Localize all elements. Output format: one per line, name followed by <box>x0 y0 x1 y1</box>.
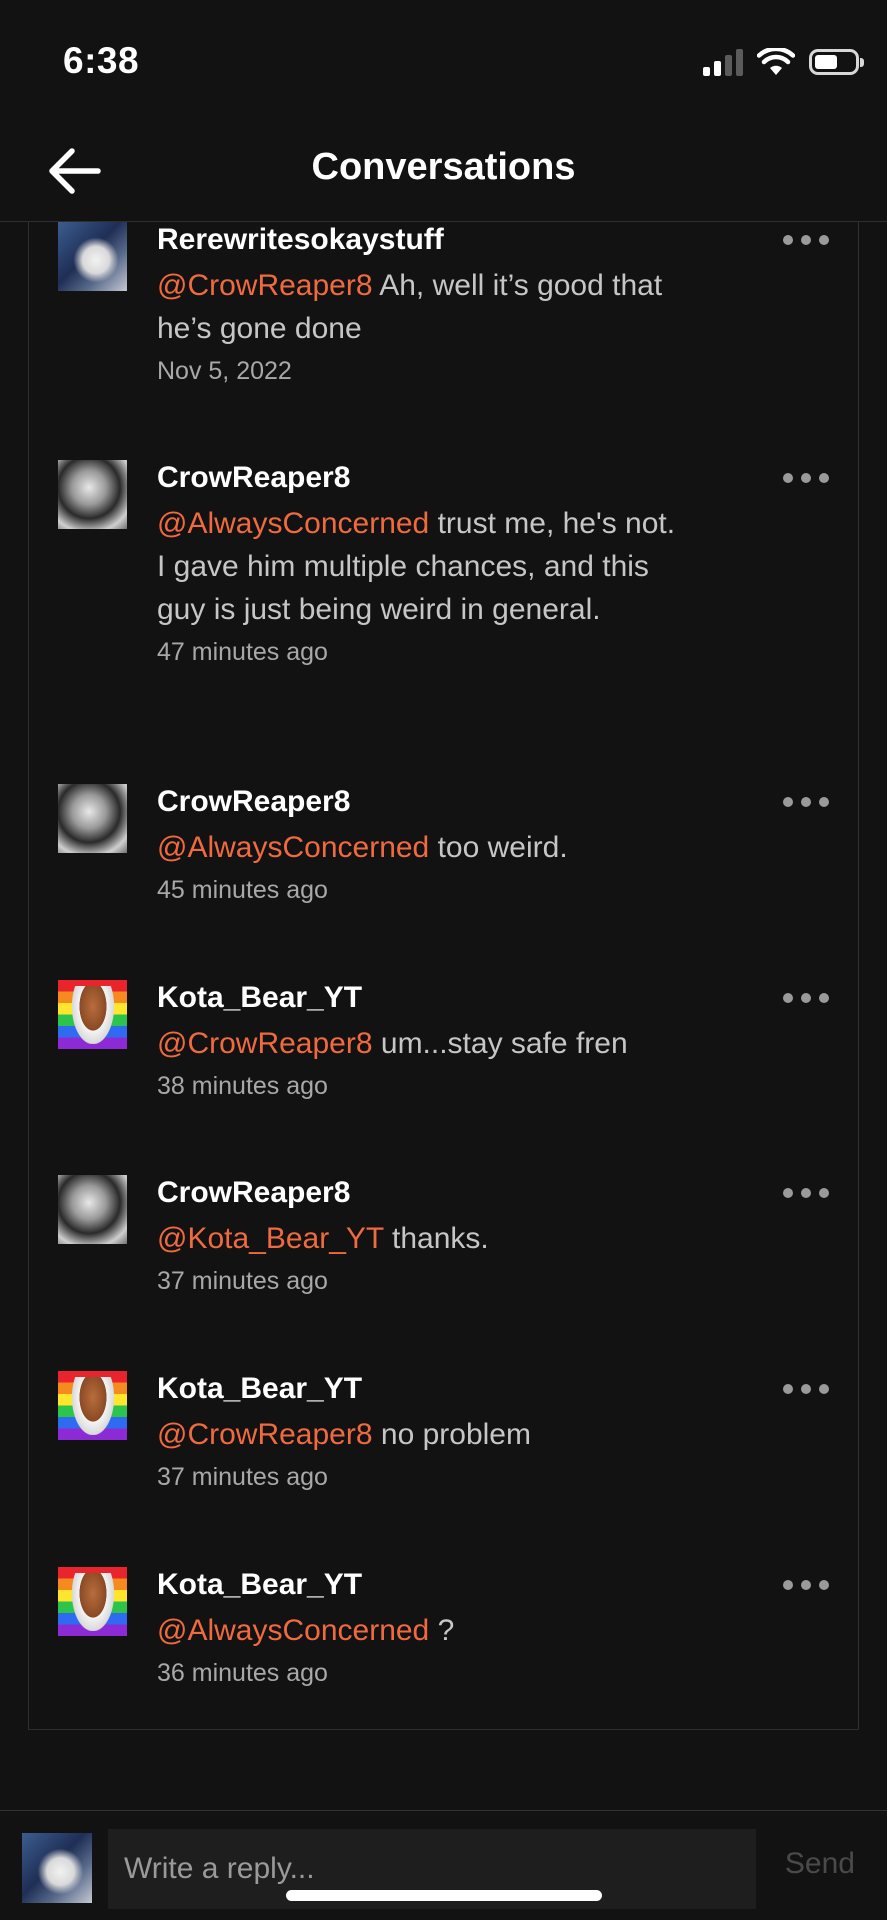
cellular-signal-icon <box>703 48 743 76</box>
more-horizontal-icon <box>783 235 793 245</box>
avatar[interactable] <box>58 222 127 291</box>
comment-body: CrowReaper8 @Kota_Bear_YT thanks. 37 min… <box>157 1175 677 1298</box>
wifi-icon <box>757 48 795 75</box>
comment-body: Rerewritesokaystuff @CrowReaper8 Ah, wel… <box>157 222 677 388</box>
comment-body: Kota_Bear_YT @AlwaysConcerned ? 36 minut… <box>157 1567 677 1690</box>
avatar[interactable] <box>58 1567 127 1636</box>
comment-body: Kota_Bear_YT @CrowReaper8 um...stay safe… <box>157 980 677 1103</box>
comment-text: @CrowReaper8 Ah, well it’s good that he’… <box>157 264 677 350</box>
comment-message: um...stay safe fren <box>372 1027 628 1060</box>
mention-link[interactable]: @AlwaysConcerned <box>157 831 429 864</box>
username[interactable]: CrowReaper8 <box>157 784 677 820</box>
username[interactable]: Kota_Bear_YT <box>157 1371 677 1407</box>
more-options-button[interactable] <box>783 230 829 250</box>
page-title: Conversations <box>311 146 576 188</box>
more-options-button[interactable] <box>783 468 829 488</box>
timestamp: Nov 5, 2022 <box>157 357 292 385</box>
timestamp: 45 minutes ago <box>157 876 328 904</box>
comment-text: @AlwaysConcerned too weird. <box>157 826 677 869</box>
more-horizontal-icon <box>783 1188 793 1198</box>
comment-text: @Kota_Bear_YT thanks. <box>157 1217 677 1260</box>
more-horizontal-icon <box>783 1384 793 1394</box>
avatar[interactable] <box>58 460 127 529</box>
more-options-button[interactable] <box>783 1379 829 1399</box>
comment-message: thanks. <box>383 1222 489 1255</box>
username[interactable]: Rerewritesokaystuff <box>157 222 677 258</box>
more-options-button[interactable] <box>783 1575 829 1595</box>
username[interactable]: CrowReaper8 <box>157 1175 677 1211</box>
battery-icon <box>809 49 864 75</box>
comment-text: @CrowReaper8 no problem <box>157 1413 677 1456</box>
mention-link[interactable]: @AlwaysConcerned <box>157 1614 429 1647</box>
comment-text: @AlwaysConcerned ? <box>157 1609 677 1652</box>
status-bar: 6:38 <box>0 0 887 120</box>
status-icons <box>703 48 864 76</box>
comment-message: ? <box>429 1614 455 1647</box>
timestamp: 47 minutes ago <box>157 638 328 666</box>
reply-bar: Send <box>0 1810 887 1920</box>
send-button[interactable]: Send <box>785 1847 855 1881</box>
mention-link[interactable]: @Kota_Bear_YT <box>157 1222 384 1255</box>
avatar[interactable] <box>58 1175 127 1244</box>
more-horizontal-icon <box>783 473 793 483</box>
more-horizontal-icon <box>783 797 793 807</box>
avatar[interactable] <box>58 784 127 853</box>
timestamp: 37 minutes ago <box>157 1463 328 1491</box>
mention-link[interactable]: @CrowReaper8 <box>157 1418 373 1451</box>
mention-link[interactable]: @CrowReaper8 <box>157 1027 373 1060</box>
more-options-button[interactable] <box>783 988 829 1008</box>
mention-link[interactable]: @AlwaysConcerned <box>157 507 429 540</box>
avatar[interactable] <box>58 980 127 1049</box>
mention-link[interactable]: @CrowReaper8 <box>157 269 373 302</box>
comment-body: CrowReaper8 @AlwaysConcerned too weird. … <box>157 784 677 907</box>
comment-text: @AlwaysConcerned trust me, he's not. I g… <box>157 502 677 631</box>
status-time: 6:38 <box>63 40 140 81</box>
comment-body: Kota_Bear_YT @CrowReaper8 no problem 37 … <box>157 1371 677 1494</box>
comment-body: CrowReaper8 @AlwaysConcerned trust me, h… <box>157 460 677 669</box>
comment-thread: Rerewritesokaystuff @CrowReaper8 Ah, wel… <box>28 222 859 1730</box>
avatar[interactable] <box>58 1371 127 1440</box>
more-horizontal-icon <box>783 993 793 1003</box>
more-options-button[interactable] <box>783 1183 829 1203</box>
username[interactable]: Kota_Bear_YT <box>157 980 677 1016</box>
username[interactable]: CrowReaper8 <box>157 460 677 496</box>
more-horizontal-icon <box>783 1580 793 1590</box>
comment-text: @CrowReaper8 um...stay safe fren <box>157 1022 677 1065</box>
header: Conversations <box>0 120 887 222</box>
timestamp: 38 minutes ago <box>157 1072 328 1100</box>
comment-message: too weird. <box>429 831 568 864</box>
avatar <box>22 1833 92 1903</box>
comment-message: no problem <box>372 1418 531 1451</box>
more-options-button[interactable] <box>783 792 829 812</box>
username[interactable]: Kota_Bear_YT <box>157 1567 677 1603</box>
timestamp: 37 minutes ago <box>157 1267 328 1295</box>
home-indicator <box>286 1890 602 1901</box>
timestamp: 36 minutes ago <box>157 1659 328 1687</box>
